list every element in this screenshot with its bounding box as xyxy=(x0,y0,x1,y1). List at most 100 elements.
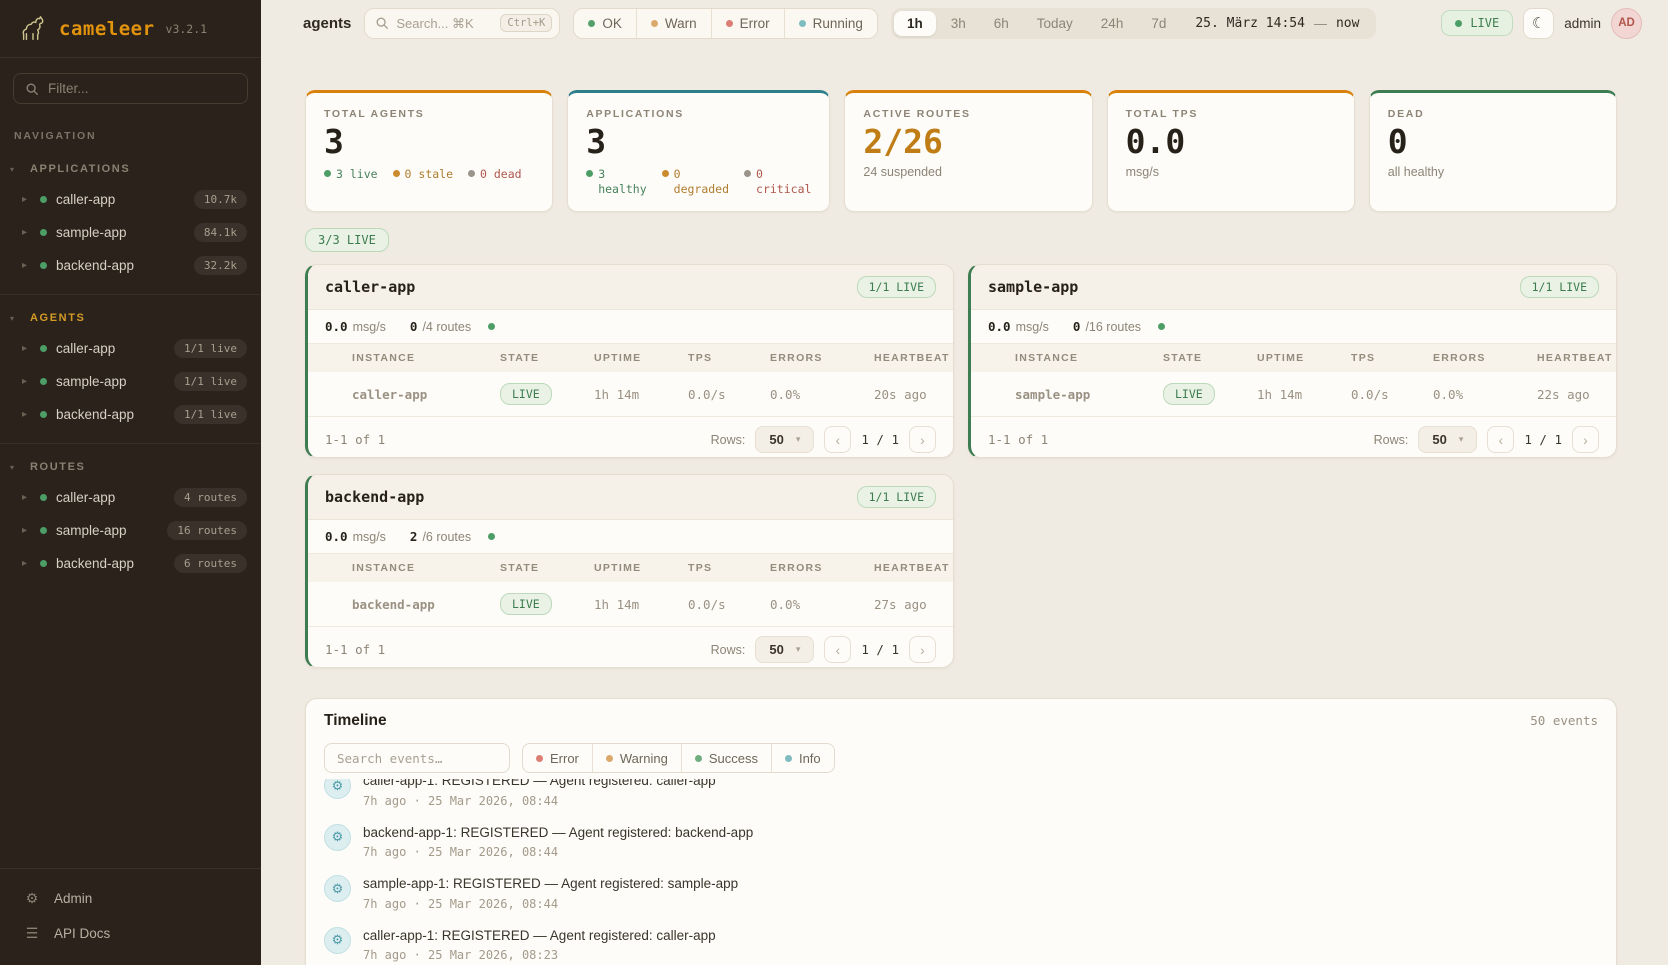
column-header: ERRORS xyxy=(1425,344,1529,372)
next-page-button[interactable]: › xyxy=(909,636,936,663)
gear-icon: ⚙ xyxy=(324,779,351,799)
event-item[interactable]: ⚙ sample-app-1: REGISTERED — Agent regis… xyxy=(324,867,1598,919)
prev-page-button[interactable]: ‹ xyxy=(1487,426,1514,453)
item-badge: 84.1k xyxy=(194,223,247,242)
next-page-button[interactable]: › xyxy=(1572,426,1599,453)
event-title: caller-app-1: REGISTERED — Agent registe… xyxy=(363,779,716,790)
date-range[interactable]: 25. März 14:54 — now xyxy=(1181,16,1373,31)
filter-error[interactable]: Error xyxy=(711,9,784,38)
event-item[interactable]: ⚙ backend-app-1: REGISTERED — Agent regi… xyxy=(324,816,1598,868)
prev-page-button[interactable]: ‹ xyxy=(824,636,851,663)
chevron-down-icon: ▾ xyxy=(10,314,14,323)
stat-card-applications: APPLICATIONS 3 3 healthy 0 degraded 0 cr… xyxy=(567,90,830,212)
sidebar-item-applications-backend-app[interactable]: ▸ backend-app 32.2k xyxy=(0,249,261,282)
rows-per-page-select[interactable]: 50 ▾ xyxy=(1418,426,1477,453)
global-search[interactable]: Ctrl+K xyxy=(364,8,560,39)
status-dot xyxy=(1158,323,1165,330)
item-badge: 6 routes xyxy=(174,554,247,573)
gear-icon: ⚙ xyxy=(24,890,40,907)
legend-dot xyxy=(744,170,751,177)
theme-toggle-button[interactable]: ☾ xyxy=(1523,8,1554,39)
app-logo: cameleer v3.2.1 xyxy=(0,0,261,58)
item-badge: 1/1 live xyxy=(174,339,247,358)
sidebar-item-agents-sample-app[interactable]: ▸ sample-app 1/1 live xyxy=(0,365,261,398)
section-header-routes[interactable]: ▾ ROUTES xyxy=(0,453,261,481)
legend-text: 0 degraded xyxy=(674,167,729,197)
section-header-agents[interactable]: ▾ AGENTS xyxy=(0,304,261,332)
caret-right-icon: ▸ xyxy=(22,492,31,503)
stat-legend: 3 live 0 stale 0 dead xyxy=(324,167,534,182)
live-toggle[interactable]: LIVE xyxy=(1441,10,1513,36)
sidebar: cameleer v3.2.1 NAVIGATION ▾ APPLICATION… xyxy=(0,0,261,965)
filter-warn[interactable]: Warn xyxy=(636,9,711,38)
app-card-metrics: 0.0 msg/s 0 /4 routes xyxy=(308,310,953,344)
sidebar-item-routes-sample-app[interactable]: ▸ sample-app 16 routes xyxy=(0,514,261,547)
legend-dot xyxy=(393,170,400,177)
stat-label: TOTAL AGENTS xyxy=(324,108,534,120)
filter-error[interactable]: Error xyxy=(523,744,592,772)
avatar[interactable]: AD xyxy=(1611,8,1642,39)
table-footer: 1-1 of 1 Rows: 50 ▾ ‹ 1 / 1 › xyxy=(971,417,1616,458)
instance-row[interactable]: sample-app LIVE 1h 14m 0.0/s 0.0% 22s ag… xyxy=(971,372,1616,417)
filter-input[interactable] xyxy=(48,81,236,96)
filter-info[interactable]: Info xyxy=(771,744,834,772)
search-input[interactable] xyxy=(396,16,493,31)
event-item[interactable]: ⚙ caller-app-1: REGISTERED — Agent regis… xyxy=(324,919,1598,965)
sidebar-item-routes-backend-app[interactable]: ▸ backend-app 6 routes xyxy=(0,547,261,580)
app-version: v3.2.1 xyxy=(166,22,208,36)
username[interactable]: admin xyxy=(1564,16,1601,31)
item-badge: 1/1 live xyxy=(174,372,247,391)
live-label: LIVE xyxy=(1470,16,1499,30)
sidebar-item-applications-caller-app[interactable]: ▸ caller-app 10.7k xyxy=(0,183,261,216)
status-dot xyxy=(40,560,47,567)
filter-success[interactable]: Success xyxy=(681,744,771,772)
events-search-input[interactable] xyxy=(324,743,510,773)
main-content: TOTAL AGENTS 3 3 live 0 stale 0 dead APP… xyxy=(261,46,1668,965)
sidebar-filter[interactable] xyxy=(13,73,248,104)
event-title: sample-app-1: REGISTERED — Agent registe… xyxy=(363,875,738,893)
app-name: cameleer xyxy=(59,18,155,40)
sidebar-item-routes-caller-app[interactable]: ▸ caller-app 4 routes xyxy=(0,481,261,514)
column-header: STATE xyxy=(492,344,586,372)
app-card-sample-app: sample-app 1/1 LIVE 0.0 msg/s 0 /16 rout… xyxy=(968,264,1617,458)
event-list[interactable]: ⚙ caller-app-1: REGISTERED — Agent regis… xyxy=(306,779,1616,965)
column-header: TPS xyxy=(1343,344,1425,372)
sidebar-item-admin[interactable]: ⚙ Admin xyxy=(0,881,261,916)
gear-icon: ⚙ xyxy=(324,875,351,902)
time-range-6h[interactable]: 6h xyxy=(981,11,1022,36)
sidebar-item-agents-caller-app[interactable]: ▸ caller-app 1/1 live xyxy=(0,332,261,365)
filter-warning[interactable]: Warning xyxy=(592,744,681,772)
state-badge: LIVE xyxy=(1163,383,1215,405)
stat-value: 0.0 xyxy=(1126,124,1336,160)
event-title: caller-app-1: REGISTERED — Agent registe… xyxy=(363,927,716,945)
filter-running[interactable]: Running xyxy=(784,9,877,38)
timeline-title: Timeline xyxy=(324,712,387,730)
sidebar-item-agents-backend-app[interactable]: ▸ backend-app 1/1 live xyxy=(0,398,261,431)
filter-label: Success xyxy=(709,751,758,766)
caret-right-icon: ▸ xyxy=(22,376,31,387)
row-range: 1-1 of 1 xyxy=(988,432,1048,447)
navigation-label: NAVIGATION xyxy=(0,108,261,146)
date-end: now xyxy=(1336,16,1359,31)
prev-page-button[interactable]: ‹ xyxy=(824,426,851,453)
time-range-3h[interactable]: 3h xyxy=(938,11,979,36)
filter-label: Info xyxy=(799,751,821,766)
time-range-24h[interactable]: 24h xyxy=(1088,11,1137,36)
rows-per-page-select[interactable]: 50 ▾ xyxy=(755,636,814,663)
instance-row[interactable]: caller-app LIVE 1h 14m 0.0/s 0.0% 20s ag… xyxy=(308,372,953,417)
time-range-1h[interactable]: 1h xyxy=(894,11,936,36)
filter-label: Error xyxy=(550,751,579,766)
chevron-right-icon: › xyxy=(1583,432,1588,448)
next-page-button[interactable]: › xyxy=(909,426,936,453)
sidebar-item-applications-sample-app[interactable]: ▸ sample-app 84.1k xyxy=(0,216,261,249)
rows-per-page-select[interactable]: 50 ▾ xyxy=(755,426,814,453)
section-header-applications[interactable]: ▾ APPLICATIONS xyxy=(0,155,261,183)
time-range-7d[interactable]: 7d xyxy=(1138,11,1179,36)
event-item[interactable]: ⚙ caller-app-1: REGISTERED — Agent regis… xyxy=(324,779,1598,816)
filter-ok[interactable]: OK xyxy=(574,9,636,38)
api-docs-label: API Docs xyxy=(54,926,110,941)
column-header: HEARTBEAT xyxy=(866,554,953,582)
instance-row[interactable]: backend-app LIVE 1h 14m 0.0/s 0.0% 27s a… xyxy=(308,582,953,627)
sidebar-item-api-docs[interactable]: ☰ API Docs xyxy=(0,916,261,951)
time-range-today[interactable]: Today xyxy=(1024,11,1086,36)
